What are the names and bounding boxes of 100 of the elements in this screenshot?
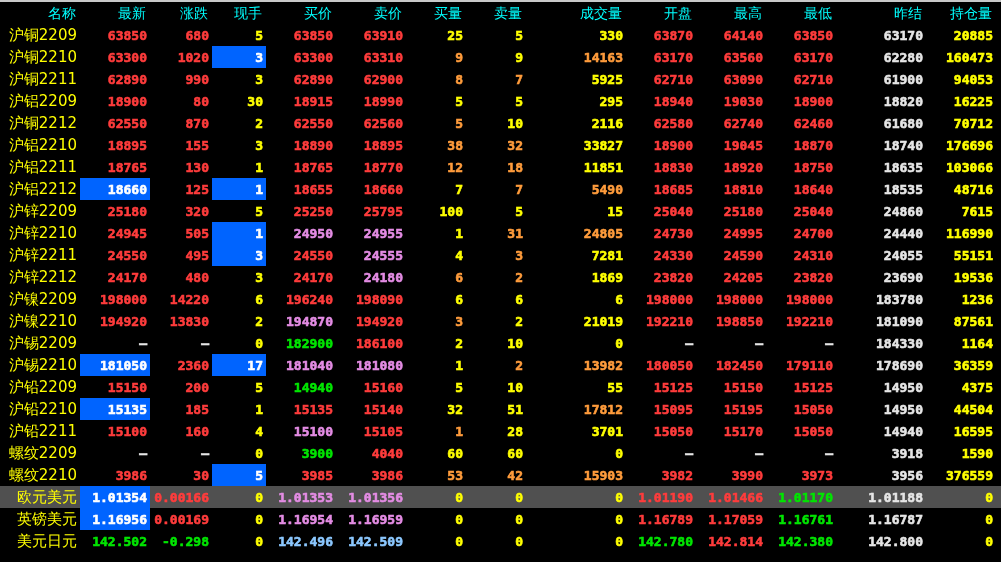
contract-name[interactable]: 沪锡2210 <box>0 354 80 376</box>
quote-value: 0 <box>515 512 523 527</box>
quote-value: 24950 <box>293 226 333 241</box>
column-header[interactable]: 最低 <box>766 2 836 24</box>
contract-name[interactable]: 沪铜2209 <box>0 24 80 46</box>
quote-value: 63560 <box>723 50 763 65</box>
quote-value: 24170 <box>107 270 147 285</box>
quote-value: — <box>139 336 147 351</box>
column-header[interactable]: 涨跌 <box>150 2 212 24</box>
contract-name[interactable]: 沪铝2212 <box>0 178 80 200</box>
contract-name[interactable]: 沪铅2210 <box>0 398 80 420</box>
quote-value: 3986 <box>371 468 403 483</box>
quote-value: 0 <box>615 446 623 461</box>
quote-value: 1236 <box>961 292 993 307</box>
quote-value: 62890 <box>293 72 333 87</box>
quote-value: 7615 <box>961 204 993 219</box>
contract-name[interactable]: 沪铝2211 <box>0 156 80 178</box>
quote-value: 9 <box>515 50 523 65</box>
quote-value: 3982 <box>661 468 693 483</box>
quote-value: 15105 <box>363 424 403 439</box>
column-header[interactable]: 昨结 <box>836 2 926 24</box>
quote-value: — <box>825 446 833 461</box>
quote-value: 5 <box>255 204 263 219</box>
column-header[interactable]: 最新 <box>80 2 150 24</box>
quote-value: 198850 <box>716 314 763 329</box>
quote-value: 51 <box>507 402 523 417</box>
quote-value: 0 <box>255 534 263 549</box>
quote-value: 70712 <box>953 116 993 131</box>
quote-value: 0 <box>255 446 263 461</box>
quote-value: -0.298 <box>162 534 209 549</box>
quote-value: 15050 <box>653 424 693 439</box>
quote-value: 18660 <box>363 182 403 197</box>
column-header[interactable]: 成交量 <box>526 2 626 24</box>
selected-row[interactable]: 欧元美元 1.01354 0.00166 0 1.01353 1.01356 0 0 0 1.01190 1.01466 1.01170 1.01188 0 <box>0 486 1001 508</box>
quote-value: 3900 <box>301 446 333 461</box>
quote-value: 32 <box>507 138 523 153</box>
quote-value: 17812 <box>583 402 623 417</box>
quote-value: 24550 <box>107 248 147 263</box>
column-header[interactable]: 买量 <box>406 2 466 24</box>
contract-name[interactable]: 沪铜2210 <box>0 46 80 68</box>
contract-name[interactable]: 沪铝2209 <box>0 90 80 112</box>
quote-value: 0 <box>515 534 523 549</box>
quote-value: 80 <box>193 94 209 109</box>
column-header[interactable]: 买价 <box>266 2 336 24</box>
quote-value: 3 <box>255 138 263 153</box>
quote-value: 18990 <box>363 94 403 109</box>
contract-name[interactable]: 沪锌2212 <box>0 266 80 288</box>
quote-value: 15125 <box>793 380 833 395</box>
contract-name[interactable]: 沪镍2210 <box>0 310 80 332</box>
quote-value: 5925 <box>591 72 623 87</box>
quote-value: 1.16789 <box>638 512 693 527</box>
contract-name[interactable]: 螺纹2210 <box>0 464 80 486</box>
quote-value: 0 <box>615 490 623 505</box>
quote-value: 30 <box>247 94 263 109</box>
contract-name[interactable]: 美元日元 <box>0 530 80 552</box>
column-header[interactable]: 持仓量 <box>926 2 996 24</box>
quote-value: 10 <box>507 380 523 395</box>
quote-value: 19045 <box>723 138 763 153</box>
quote-value: 142.502 <box>92 534 147 549</box>
column-header[interactable]: 卖量 <box>466 2 526 24</box>
quote-value: 24955 <box>363 226 403 241</box>
column-header[interactable]: 最高 <box>696 2 766 24</box>
contract-name[interactable]: 沪铜2212 <box>0 112 80 134</box>
column-header[interactable]: 开盘 <box>626 2 696 24</box>
contract-name[interactable]: 沪铜2211 <box>0 68 80 90</box>
contract-name[interactable]: 沪镍2209 <box>0 288 80 310</box>
quote-value: 2 <box>455 336 463 351</box>
quote-value: 63170 <box>653 50 693 65</box>
column-header[interactable]: 现手 <box>212 2 266 24</box>
contract-name[interactable]: 螺纹2209 <box>0 442 80 464</box>
contract-name[interactable]: 沪铅2209 <box>0 376 80 398</box>
quote-value: 142.780 <box>638 534 693 549</box>
quote-value: 6 <box>455 292 463 307</box>
quote-value: 1 <box>255 160 263 175</box>
quote-value: 15140 <box>363 402 403 417</box>
quote-value: 25250 <box>293 204 333 219</box>
quote-value: 1.16954 <box>278 512 333 527</box>
contract-name[interactable]: 沪铅2211 <box>0 420 80 442</box>
quote-value: — <box>755 336 763 351</box>
quote-value: 680 <box>185 28 209 43</box>
quote-value: 28 <box>507 424 523 439</box>
quote-value: 24995 <box>723 226 763 241</box>
quote-value: 63850 <box>107 28 147 43</box>
quote-value: 18535 <box>883 182 923 197</box>
quote-value: 9 <box>455 50 463 65</box>
contract-name[interactable]: 沪锌2209 <box>0 200 80 222</box>
column-header[interactable]: 卖价 <box>336 2 406 24</box>
quote-value: 14940 <box>293 380 333 395</box>
contract-name[interactable]: 沪铝2210 <box>0 134 80 156</box>
quote-value: 2 <box>515 270 523 285</box>
column-header[interactable]: 名称 <box>0 2 80 24</box>
contract-name[interactable]: 欧元美元 <box>0 486 80 508</box>
quote-value: 0 <box>515 490 523 505</box>
quote-value: 182450 <box>716 358 763 373</box>
contract-name[interactable]: 沪锌2211 <box>0 244 80 266</box>
contract-name[interactable]: 英镑美元 <box>0 508 80 530</box>
contract-name[interactable]: 沪锌2210 <box>0 222 80 244</box>
contract-name[interactable]: 沪锡2209 <box>0 332 80 354</box>
quote-value: 18895 <box>107 138 147 153</box>
quote-value: 10 <box>507 116 523 131</box>
